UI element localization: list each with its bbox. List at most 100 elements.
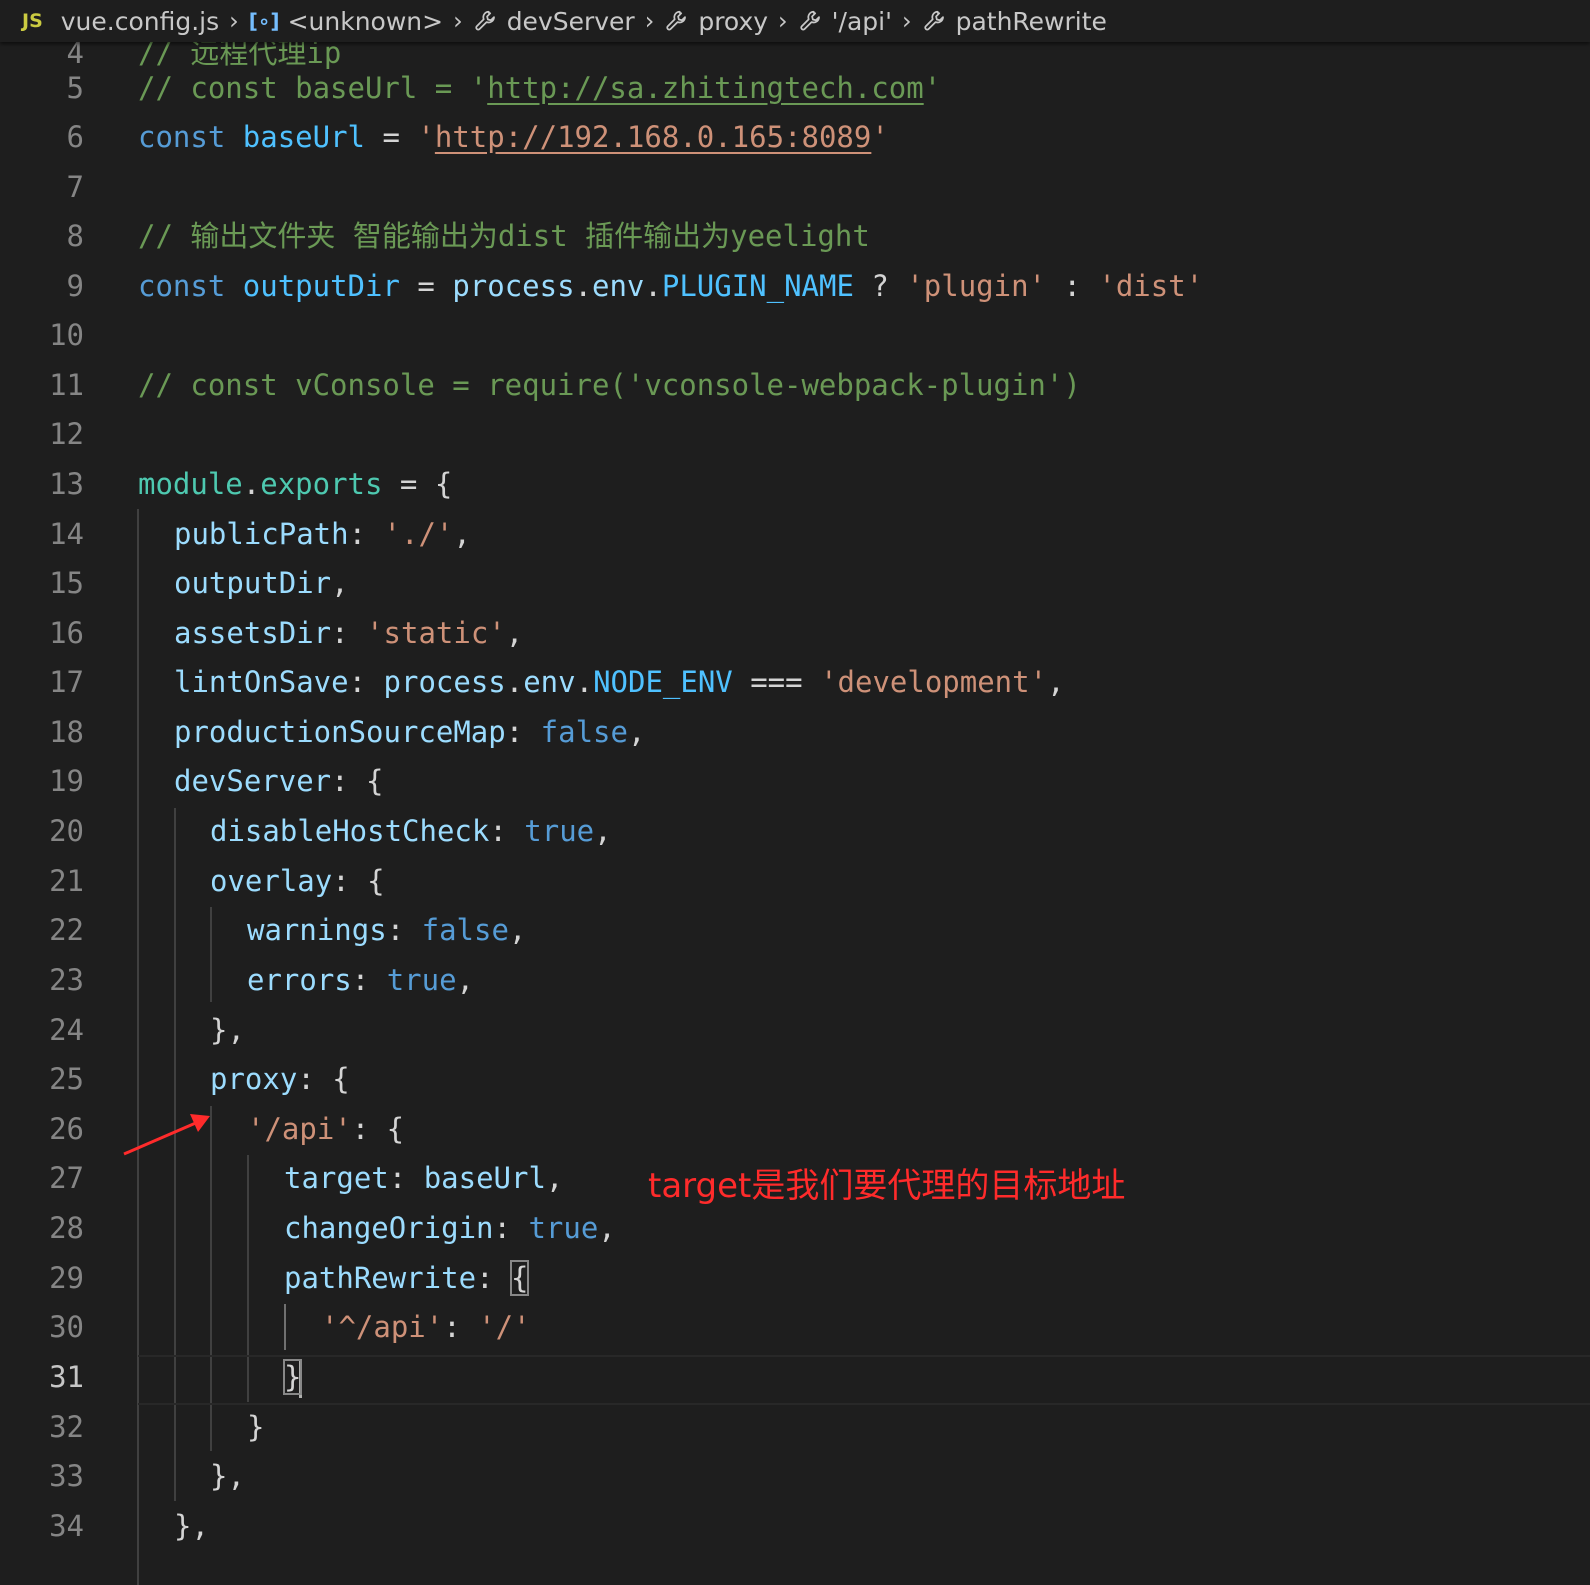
line-number: 29 — [49, 1261, 84, 1295]
line-number: 9 — [66, 269, 84, 303]
url-link[interactable]: http://sa.zhitingtech.com — [487, 71, 924, 105]
line-number: 17 — [49, 665, 84, 699]
operator: : — [476, 1261, 511, 1295]
keyword: false — [540, 715, 628, 749]
breadcrumb-file-label: vue.config.js — [60, 6, 220, 36]
code-line: 29 pathRewrite: { — [0, 1253, 1590, 1303]
code-text: disableHostCheck: true, — [210, 806, 612, 856]
identifier: baseUrl — [242, 120, 365, 154]
wrench-icon — [922, 8, 948, 34]
line-number: 23 — [49, 963, 84, 997]
line-number: 22 — [49, 913, 84, 947]
operator: , — [456, 963, 474, 997]
breadcrumb-item-unknown[interactable]: [∘] <unknown> — [245, 7, 447, 36]
code-line: 7 — [0, 162, 1590, 212]
operator: }, — [174, 1509, 209, 1543]
operator: : — [443, 1310, 479, 1344]
code-text: // const baseUrl = 'http://sa.zhitingtec… — [138, 63, 941, 113]
code-line: 30 '^/api': '/' — [0, 1302, 1590, 1352]
operator: , — [598, 1211, 616, 1245]
code-text: }, — [210, 1005, 245, 1055]
code-text: assetsDir: 'static', — [174, 608, 523, 658]
line-number: 19 — [49, 764, 84, 798]
code-line: 15 outputDir, — [0, 558, 1590, 608]
code-editor[interactable]: 4 // 远程代理ip 5 // const baseUrl = 'http:/… — [0, 42, 1590, 1585]
code-line: 12 — [0, 409, 1590, 459]
breadcrumb-file[interactable]: vue.config.js — [57, 7, 223, 36]
line-number: 25 — [49, 1062, 84, 1096]
code-text: lintOnSave: process.env.NODE_ENV === 'de… — [174, 657, 1065, 707]
property-key: proxy — [210, 1062, 298, 1096]
operator: : — [505, 715, 541, 749]
property-key: outputDir — [174, 566, 332, 600]
line-number: 5 — [66, 71, 84, 105]
code-line: 26 '/api': { — [0, 1104, 1590, 1154]
property-key: productionSourceMap — [174, 715, 506, 749]
code-text: overlay: { — [210, 856, 385, 906]
operator: . — [505, 665, 524, 699]
line-number: 34 — [49, 1509, 84, 1543]
property-key: publicPath — [174, 517, 349, 551]
property-key: disableHostCheck — [210, 814, 490, 848]
operator: === — [732, 665, 821, 699]
breadcrumb-item-label: proxy — [698, 6, 769, 36]
string-literal: 'static' — [366, 616, 506, 650]
code-line: 10 — [0, 310, 1590, 360]
code-line: 13 module.exports = { — [0, 459, 1590, 509]
code-line: 28 changeOrigin: true, — [0, 1203, 1590, 1253]
identifier: baseUrl — [423, 1161, 546, 1195]
breadcrumb-item-proxy[interactable]: proxy — [660, 7, 772, 36]
code-line: 21 overlay: { — [0, 856, 1590, 906]
identifier: process — [383, 665, 506, 699]
code-line: 19 devServer: { — [0, 756, 1590, 806]
breadcrumb-item-label: <unknown> — [287, 6, 444, 36]
code-text: outputDir, — [174, 558, 349, 608]
operator: , — [508, 913, 527, 947]
property-key: errors — [247, 963, 352, 997]
line-number: 18 — [49, 715, 84, 749]
identifier: module — [138, 467, 243, 501]
line-number: 28 — [49, 1211, 84, 1245]
line-number: 12 — [49, 417, 84, 451]
comment: ' — [923, 71, 942, 105]
line-number: 13 — [49, 467, 84, 501]
breadcrumb-item-devserver[interactable]: devServer — [469, 7, 639, 36]
line-number: 26 — [49, 1112, 84, 1146]
operator: } — [247, 1410, 265, 1444]
code-text: devServer: { — [174, 756, 384, 806]
code-line: 9 const outputDir = process.env.PLUGIN_N… — [0, 261, 1590, 311]
identifier: process — [452, 269, 575, 303]
code-line: 14 publicPath: './', — [0, 509, 1590, 559]
code-text: // 输出文件夹 智能输出为dist 插件输出为yeelight — [138, 211, 870, 261]
operator: . — [644, 269, 662, 303]
breadcrumb-item-pathrewrite[interactable]: pathRewrite — [918, 7, 1111, 36]
code-text: }, — [174, 1501, 209, 1551]
string-quote: ' — [417, 120, 435, 154]
code-text: publicPath: './', — [174, 509, 471, 559]
operator: : — [348, 517, 384, 551]
string-literal: '/api' — [247, 1112, 352, 1146]
operator: . — [242, 467, 261, 501]
code-line: 34 }, — [0, 1501, 1590, 1551]
code-text: const outputDir = process.env.PLUGIN_NAM… — [138, 261, 1203, 311]
javascript-file-icon: JS — [22, 10, 43, 32]
line-number: 14 — [49, 517, 84, 551]
keyword: const — [138, 269, 226, 303]
operator: : { — [331, 764, 384, 798]
operator: , — [594, 814, 612, 848]
code-line: 32 } — [0, 1402, 1590, 1452]
string-literal: 'development' — [820, 665, 1048, 699]
code-line: 11 // const vConsole = require('vconsole… — [0, 360, 1590, 410]
breadcrumb-item-label: '/api' — [831, 6, 892, 36]
keyword: true — [528, 1211, 599, 1245]
line-number: 30 — [49, 1310, 84, 1344]
operator: = { — [382, 467, 453, 501]
operator: : — [351, 963, 387, 997]
string-literal: '^/api' — [321, 1310, 444, 1344]
url-link[interactable]: http://192.168.0.165:8089 — [435, 120, 872, 154]
line-number: 15 — [49, 566, 84, 600]
breadcrumb-item-api[interactable]: '/api' — [794, 7, 896, 36]
property-key: devServer — [174, 764, 332, 798]
code-line: 33 }, — [0, 1451, 1590, 1501]
code-text: module.exports = { — [138, 459, 452, 509]
